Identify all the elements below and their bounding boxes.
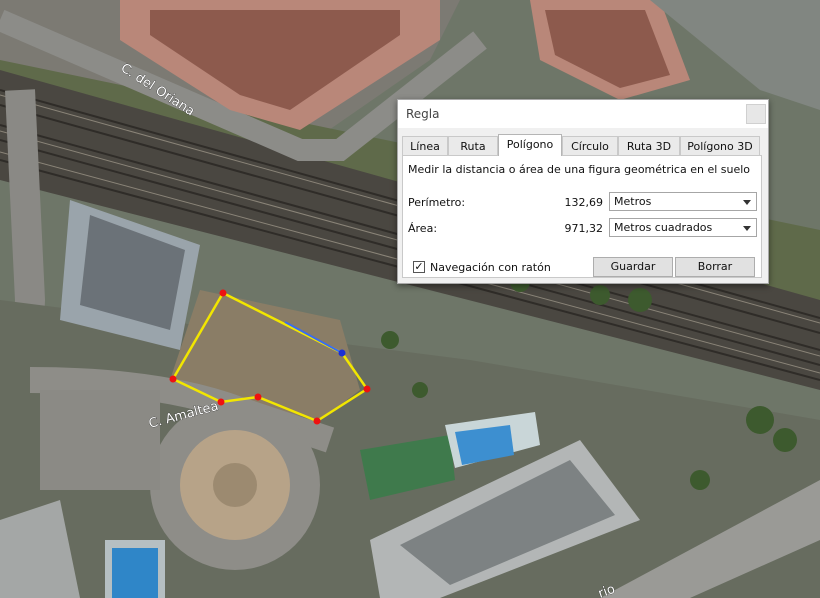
tab-ruta-3d[interactable]: Ruta 3D	[618, 136, 680, 155]
clear-button[interactable]: Borrar	[675, 257, 755, 277]
tab-linea[interactable]: Línea	[402, 136, 448, 155]
satellite-map[interactable]: C. del Oriana C. Amaltea rio	[0, 0, 820, 598]
swimming-pool-bottom	[112, 548, 158, 598]
area-value: 971,32	[564, 222, 604, 235]
tab-bar: Línea Ruta Polígono Círculo Ruta 3D Polí…	[402, 134, 762, 156]
chevron-down-icon	[743, 200, 751, 205]
perimeter-unit-value: Metros	[614, 195, 652, 208]
tab-ruta[interactable]: Ruta	[448, 136, 498, 155]
perimeter-value: 132,69	[564, 196, 604, 209]
mouse-navigation-checkbox[interactable]: ✓	[413, 261, 425, 273]
area-label: Área:	[408, 222, 438, 235]
panel-description: Medir la distancia o área de una figura …	[408, 163, 751, 176]
vertex-point[interactable]	[254, 393, 262, 401]
perimeter-unit-select[interactable]: Metros	[609, 192, 757, 211]
tab-poligono[interactable]: Polígono	[498, 134, 562, 156]
polygon-panel: Medir la distancia o área de una figura …	[402, 155, 762, 278]
vertex-point[interactable]	[363, 385, 371, 393]
vertex-point[interactable]	[169, 375, 177, 383]
save-button[interactable]: Guardar	[593, 257, 673, 277]
ruler-dialog: Regla Línea Ruta Polígono Círculo Ruta 3…	[397, 99, 769, 284]
vertex-point[interactable]	[313, 417, 321, 425]
vertex-point[interactable]	[217, 398, 225, 406]
chevron-down-icon	[743, 226, 751, 231]
area-unit-select[interactable]: Metros cuadrados	[609, 218, 757, 237]
perimeter-label: Perímetro:	[408, 196, 466, 209]
tab-circulo[interactable]: Círculo	[562, 136, 618, 155]
dialog-titlebar[interactable]: Regla	[398, 100, 768, 128]
parking-lot	[40, 390, 160, 490]
roundabout-inner	[213, 463, 257, 507]
close-icon[interactable]	[746, 104, 766, 124]
area-unit-value: Metros cuadrados	[614, 221, 713, 234]
dialog-title: Regla	[406, 107, 440, 121]
mouse-navigation-label[interactable]: Navegación con ratón	[430, 261, 551, 274]
vertex-point-active[interactable]	[338, 349, 346, 357]
vertex-point[interactable]	[219, 289, 227, 297]
tab-poligono-3d[interactable]: Polígono 3D	[680, 136, 760, 155]
